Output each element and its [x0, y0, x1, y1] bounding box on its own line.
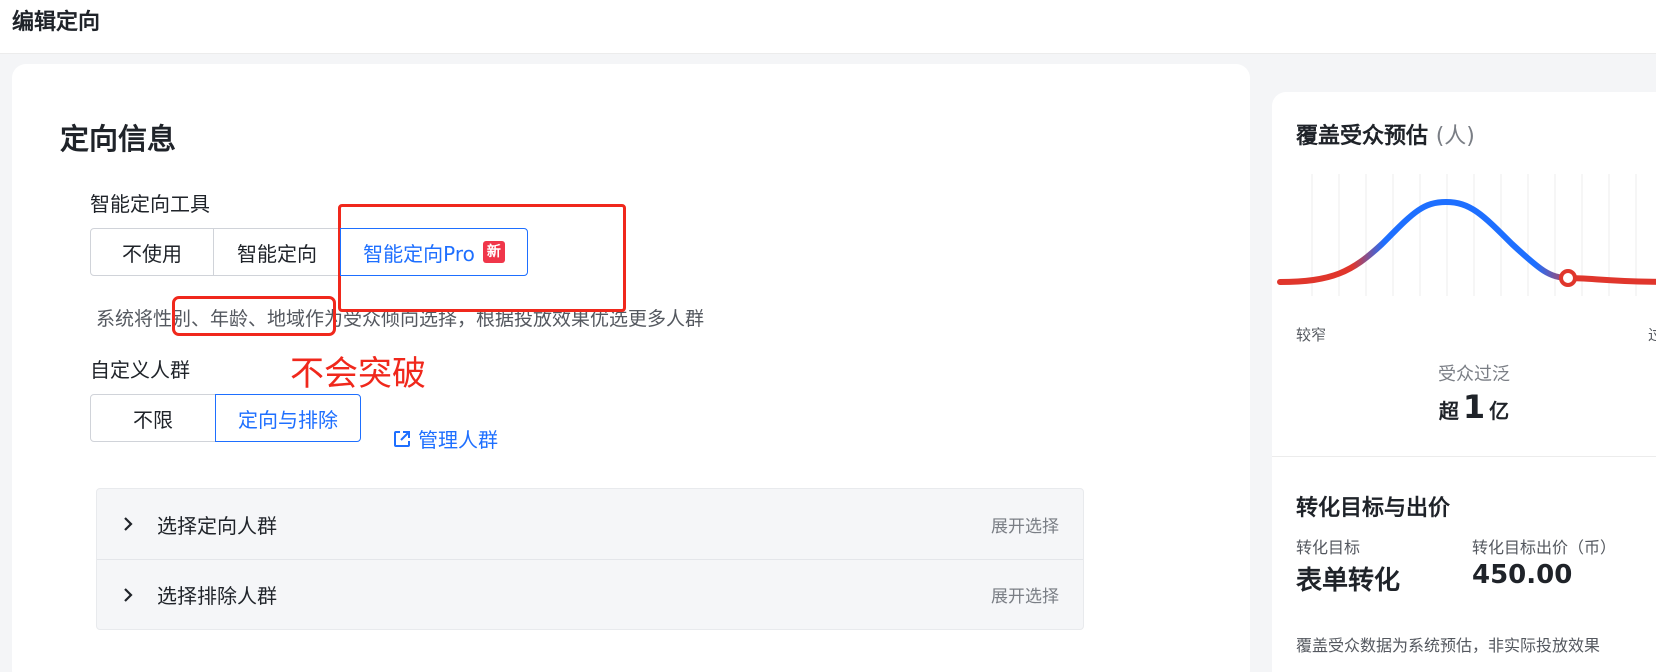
estimate-note: 覆盖受众数据为系统预估，非实际投放效果 [1296, 636, 1601, 655]
annotation-box-hint [172, 296, 336, 336]
goal-label: 转化目标 [1296, 538, 1361, 557]
estimate-prefix: 超 [1438, 399, 1459, 423]
external-link-icon [394, 430, 410, 447]
conversion-title: 转化目标与出价 [1296, 496, 1451, 521]
estimate-sidebar: 覆盖受众预估 (人) 较窄 过 受众过泛 超 1 亿 转化目标与出价 转化目标 … [1272, 92, 1656, 672]
top-bar: 编辑定向 [0, 0, 1656, 54]
page-title: 编辑定向 [12, 10, 101, 35]
current-position-marker [1559, 269, 1577, 287]
bid-value: 450.00 [1472, 560, 1573, 590]
audience-unit: (人) [1435, 124, 1475, 149]
option-target-exclude-label: 定向与排除 [238, 407, 338, 432]
chevron-right-icon [121, 586, 141, 604]
audience-status: 受众过泛 [1438, 364, 1510, 385]
axis-label-wide: 过 [1648, 326, 1656, 344]
estimate-unit: 亿 [1489, 399, 1510, 423]
option-smart-pro-label: 智能定向Pro [363, 241, 475, 266]
custom-crowd-selector: 不限 定向与排除 [90, 394, 361, 442]
goal-value: 表单转化 [1296, 566, 1401, 596]
select-target-crowd-title: 选择定向人群 [157, 513, 277, 538]
annotation-text: 不会突破 [290, 354, 426, 394]
manage-crowd-link[interactable]: 管理人群 [392, 424, 498, 453]
crowd-panel: 选择定向人群 展开选择 选择排除人群 展开选择 [96, 488, 1084, 630]
option-smart[interactable]: 智能定向 [213, 228, 341, 276]
option-target-exclude[interactable]: 定向与排除 [215, 394, 361, 442]
manage-crowd-label: 管理人群 [418, 428, 498, 452]
select-exclude-crowd-title: 选择排除人群 [157, 584, 277, 608]
select-target-crowd-row[interactable]: 选择定向人群 展开选择 [97, 489, 1083, 559]
audience-curve [1277, 198, 1656, 285]
audience-estimate: 超1亿 [1412, 388, 1536, 426]
chevron-right-icon [121, 515, 141, 533]
option-unlimited[interactable]: 不限 [90, 394, 216, 442]
estimate-value: 1 [1462, 388, 1486, 426]
option-unlimited-label: 不限 [133, 407, 173, 432]
select-exclude-crowd-row[interactable]: 选择排除人群 展开选择 [97, 559, 1083, 629]
option-smart-label: 智能定向 [237, 241, 317, 266]
targeting-card: 定向信息 智能定向工具 不使用 智能定向 智能定向Pro 新 系统将性别、年龄、… [12, 64, 1250, 672]
audience-title-text: 覆盖受众预估 [1296, 124, 1429, 149]
axis-label-narrow: 较窄 [1296, 326, 1327, 344]
sidebar-divider [1272, 456, 1656, 457]
expand-target-action[interactable]: 展开选择 [991, 512, 1059, 537]
smart-tool-label: 智能定向工具 [90, 192, 210, 216]
option-none-label: 不使用 [122, 241, 182, 266]
smart-tool-selector: 不使用 智能定向 智能定向Pro 新 [90, 228, 528, 276]
option-smart-pro[interactable]: 智能定向Pro 新 [340, 228, 528, 276]
bid-label: 转化目标出价（币） [1472, 538, 1617, 557]
new-badge: 新 [482, 241, 505, 263]
custom-crowd-label: 自定义人群 [90, 358, 190, 382]
expand-exclude-action[interactable]: 展开选择 [991, 582, 1059, 607]
section-title: 定向信息 [60, 122, 177, 156]
audience-curve-chart [1277, 174, 1656, 296]
option-none[interactable]: 不使用 [90, 228, 214, 276]
audience-title: 覆盖受众预估 (人) [1296, 118, 1475, 150]
